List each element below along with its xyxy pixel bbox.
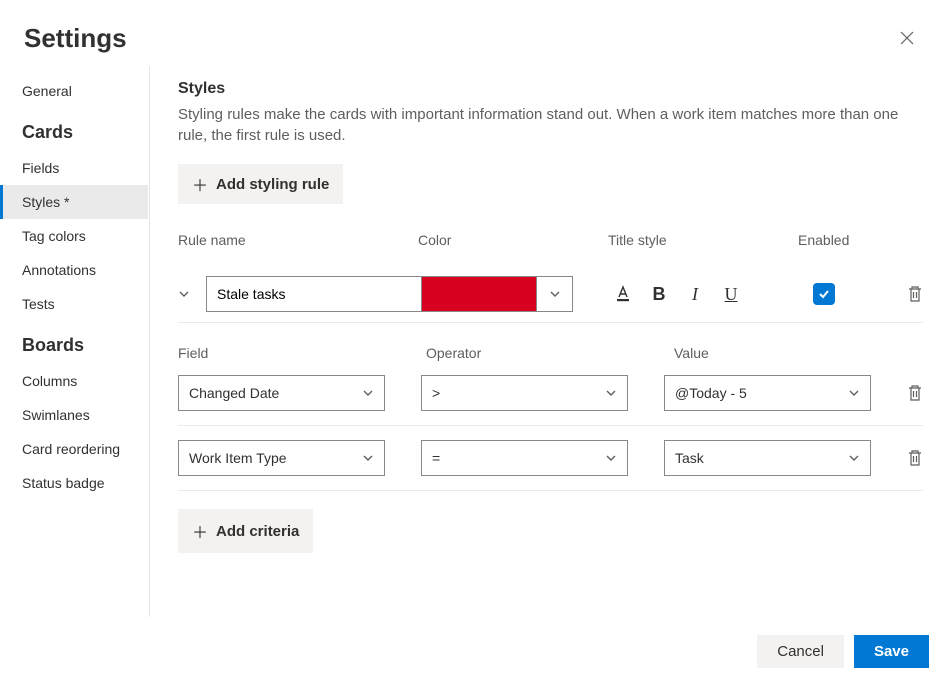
criteria-value-select[interactable]: Task bbox=[664, 440, 871, 476]
add-criteria-button[interactable]: ＋ Add criteria bbox=[178, 509, 313, 553]
chevron-down-icon bbox=[605, 387, 617, 399]
main-panel: Styles Styling rules make the cards with… bbox=[150, 66, 951, 622]
criteria-header-field: Field bbox=[178, 345, 426, 361]
styling-rule-row: B I U bbox=[178, 266, 923, 323]
color-dropdown-toggle[interactable] bbox=[536, 277, 572, 311]
chevron-down-icon bbox=[848, 387, 860, 399]
criteria-row: Work Item Type = Task bbox=[178, 426, 923, 491]
text-color-icon bbox=[614, 285, 632, 303]
color-swatch bbox=[422, 277, 536, 311]
sidebar-item-swimlanes[interactable]: Swimlanes bbox=[0, 398, 148, 432]
check-icon bbox=[817, 287, 831, 301]
criteria-field-value: Work Item Type bbox=[189, 450, 287, 466]
rule-name-input[interactable] bbox=[206, 276, 422, 312]
criteria-field-select[interactable]: Changed Date bbox=[178, 375, 385, 411]
criteria-value-value: Task bbox=[675, 450, 704, 466]
dialog-footer: Cancel Save bbox=[0, 617, 951, 686]
column-header-rule-name: Rule name bbox=[178, 232, 418, 248]
expand-rule-chevron[interactable] bbox=[178, 288, 206, 300]
criteria-field-select[interactable]: Work Item Type bbox=[178, 440, 385, 476]
trash-icon bbox=[907, 285, 923, 303]
criteria-header-value: Value bbox=[674, 345, 892, 361]
sidebar-item-columns[interactable]: Columns bbox=[0, 364, 148, 398]
criteria-operator-value: = bbox=[432, 450, 440, 466]
delete-criteria-button[interactable] bbox=[907, 384, 923, 402]
trash-icon bbox=[907, 384, 923, 402]
column-header-title-style: Title style bbox=[608, 232, 798, 248]
sidebar-item-fields[interactable]: Fields bbox=[0, 151, 148, 185]
criteria-operator-value: > bbox=[432, 385, 440, 401]
cancel-button[interactable]: Cancel bbox=[757, 635, 844, 668]
add-styling-rule-button[interactable]: ＋ Add styling rule bbox=[178, 164, 343, 204]
criteria-operator-select[interactable]: > bbox=[421, 375, 628, 411]
sidebar-item-general[interactable]: General bbox=[0, 74, 148, 108]
color-picker[interactable] bbox=[421, 276, 573, 312]
settings-sidebar: General Cards Fields Styles * Tag colors… bbox=[0, 66, 150, 622]
plus-icon: ＋ bbox=[192, 519, 208, 543]
rule-enabled-checkbox[interactable] bbox=[813, 283, 835, 305]
page-title: Settings bbox=[24, 23, 127, 54]
close-icon bbox=[899, 30, 915, 46]
column-header-enabled: Enabled bbox=[798, 232, 878, 248]
sidebar-section-cards: Cards bbox=[0, 108, 149, 151]
chevron-down-icon bbox=[605, 452, 617, 464]
sidebar-item-styles[interactable]: Styles * bbox=[0, 185, 148, 219]
panel-description: Styling rules make the cards with import… bbox=[178, 104, 923, 146]
sidebar-item-annotations[interactable]: Annotations bbox=[0, 253, 148, 287]
plus-icon: ＋ bbox=[192, 172, 208, 196]
delete-rule-button[interactable] bbox=[907, 285, 923, 303]
chevron-down-icon bbox=[362, 387, 374, 399]
chevron-down-icon bbox=[848, 452, 860, 464]
underline-icon[interactable]: U bbox=[721, 284, 741, 304]
criteria-header-operator: Operator bbox=[426, 345, 674, 361]
sidebar-item-card-reordering[interactable]: Card reordering bbox=[0, 432, 148, 466]
criteria-row: Changed Date > @Today - 5 bbox=[178, 361, 923, 426]
sidebar-section-boards: Boards bbox=[0, 321, 149, 364]
panel-title: Styles bbox=[178, 80, 923, 98]
save-button[interactable]: Save bbox=[854, 635, 929, 668]
trash-icon bbox=[907, 449, 923, 467]
font-color-icon[interactable] bbox=[613, 284, 633, 304]
sidebar-item-tests[interactable]: Tests bbox=[0, 287, 148, 321]
bold-icon[interactable]: B bbox=[649, 284, 669, 304]
criteria-value-select[interactable]: @Today - 5 bbox=[664, 375, 871, 411]
sidebar-item-status-badge[interactable]: Status badge bbox=[0, 466, 148, 500]
chevron-down-icon bbox=[549, 288, 561, 300]
title-style-group: B I U bbox=[613, 284, 741, 304]
close-button[interactable] bbox=[891, 22, 923, 54]
italic-icon[interactable]: I bbox=[685, 284, 705, 304]
sidebar-item-tag-colors[interactable]: Tag colors bbox=[0, 219, 148, 253]
criteria-value-value: @Today - 5 bbox=[675, 385, 747, 401]
criteria-field-value: Changed Date bbox=[189, 385, 279, 401]
chevron-down-icon bbox=[362, 452, 374, 464]
add-styling-rule-label: Add styling rule bbox=[216, 176, 329, 193]
delete-criteria-button[interactable] bbox=[907, 449, 923, 467]
chevron-down-icon bbox=[178, 288, 190, 300]
column-header-color: Color bbox=[418, 232, 608, 248]
criteria-operator-select[interactable]: = bbox=[421, 440, 628, 476]
add-criteria-label: Add criteria bbox=[216, 523, 299, 540]
